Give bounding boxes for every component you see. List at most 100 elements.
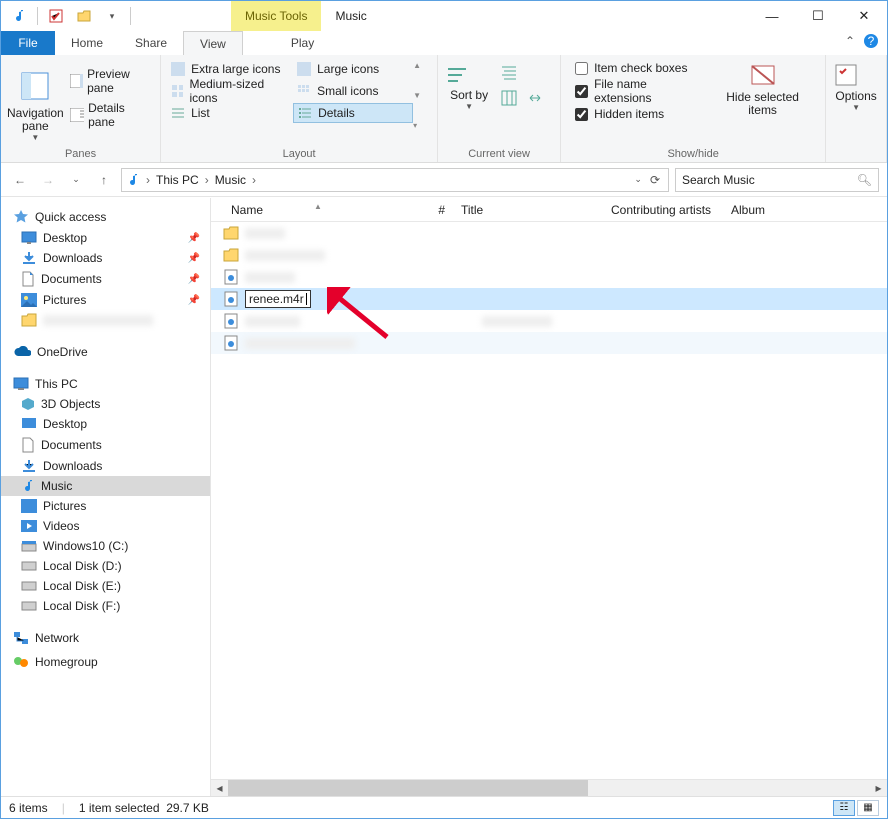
download-icon bbox=[21, 251, 37, 265]
hide-selected-items-button[interactable]: Hide selected items bbox=[706, 59, 819, 146]
list-item[interactable] bbox=[211, 244, 887, 266]
tree-qa-pictures[interactable]: Pictures📌 bbox=[1, 290, 210, 310]
tree-drive-d[interactable]: Local Disk (D:) bbox=[1, 556, 210, 576]
tree-qa-blurred[interactable] bbox=[1, 310, 210, 330]
audio-file-icon bbox=[223, 269, 239, 285]
tab-share[interactable]: Share bbox=[119, 31, 183, 55]
layout-more[interactable]: ▾ bbox=[413, 121, 431, 130]
column-album[interactable]: Album bbox=[723, 203, 823, 217]
tree-network[interactable]: Network bbox=[1, 628, 210, 648]
navigation-tree[interactable]: Quick access Desktop📌 Downloads📌 Documen… bbox=[1, 198, 211, 796]
list-item-selected[interactable]: renee.m4r bbox=[211, 288, 887, 310]
rename-input[interactable]: renee.m4r bbox=[245, 290, 311, 308]
tree-qa-downloads[interactable]: Downloads📌 bbox=[1, 248, 210, 268]
qat-newfolder-icon[interactable] bbox=[72, 5, 96, 27]
preview-pane-button[interactable]: Preview pane bbox=[64, 65, 154, 97]
search-icon: 🔍︎ bbox=[857, 173, 872, 187]
pin-icon: 📌 bbox=[188, 233, 200, 244]
tab-view[interactable]: View bbox=[183, 31, 243, 55]
list-item[interactable] bbox=[211, 266, 887, 288]
layout-extra-large[interactable]: Extra large icons bbox=[167, 59, 287, 79]
tree-this-pc[interactable]: This PC bbox=[1, 374, 210, 394]
tree-drive-f[interactable]: Local Disk (F:) bbox=[1, 596, 210, 616]
list-item[interactable] bbox=[211, 332, 887, 354]
hidden-items-toggle[interactable]: Hidden items bbox=[575, 107, 698, 121]
column-number[interactable]: # bbox=[413, 203, 453, 217]
nav-up-button[interactable]: ↑ bbox=[93, 169, 115, 191]
view-mode-large-icon[interactable]: ▦ bbox=[857, 800, 879, 816]
layout-medium[interactable]: Medium-sized icons bbox=[167, 81, 287, 101]
close-button[interactable]: ✕ bbox=[841, 1, 887, 31]
tree-quick-access[interactable]: Quick access bbox=[1, 206, 210, 228]
hscroll-left[interactable]: ◂ bbox=[211, 780, 228, 797]
app-icon bbox=[7, 5, 31, 27]
search-input[interactable]: Search Music 🔍︎ bbox=[675, 168, 879, 192]
tab-file[interactable]: File bbox=[1, 31, 55, 55]
layout-scroll-up[interactable]: ▲ bbox=[413, 61, 431, 70]
sort-by-button[interactable]: Sort by ▼ bbox=[444, 59, 494, 146]
audio-file-icon bbox=[223, 313, 239, 329]
video-icon bbox=[21, 520, 37, 532]
tree-3d-objects[interactable]: 3D Objects bbox=[1, 394, 210, 414]
file-name-extensions-toggle[interactable]: File name extensions bbox=[575, 77, 698, 105]
add-columns-button[interactable] bbox=[500, 89, 522, 111]
status-item-count: 6 items bbox=[9, 801, 48, 815]
layout-large[interactable]: Large icons bbox=[293, 59, 413, 79]
cloud-icon bbox=[13, 346, 31, 358]
column-contributing-artists[interactable]: Contributing artists bbox=[603, 203, 723, 217]
collapse-ribbon-icon[interactable]: ⌃ bbox=[845, 34, 855, 48]
qat-customize-dropdown[interactable]: ▾ bbox=[100, 5, 124, 27]
music-icon bbox=[21, 479, 35, 493]
maximize-button[interactable]: ☐ bbox=[795, 1, 841, 31]
document-icon bbox=[21, 437, 35, 453]
tree-music[interactable]: Music bbox=[1, 476, 210, 496]
drive-icon bbox=[21, 540, 37, 552]
cube-icon bbox=[21, 397, 35, 411]
tree-drive-e[interactable]: Local Disk (E:) bbox=[1, 576, 210, 596]
hscroll-track[interactable] bbox=[228, 780, 870, 797]
address-dropdown[interactable]: ⌄ bbox=[634, 174, 642, 185]
tree-drive-c[interactable]: Windows10 (C:) bbox=[1, 536, 210, 556]
address-bar[interactable]: › This PC Music ⌄ ⟳ bbox=[121, 168, 669, 192]
item-check-boxes-toggle[interactable]: Item check boxes bbox=[575, 61, 698, 75]
navigation-pane-button[interactable]: Navigation pane ▼ bbox=[7, 59, 64, 146]
nav-forward-button[interactable]: → bbox=[37, 169, 59, 191]
nav-back-button[interactable]: ← bbox=[9, 169, 31, 191]
size-columns-button[interactable] bbox=[526, 89, 548, 111]
group-by-button[interactable] bbox=[500, 63, 522, 85]
nav-recent-dropdown[interactable]: ⌄ bbox=[65, 169, 87, 191]
options-button[interactable]: Options ▼ bbox=[826, 55, 887, 162]
layout-details[interactable]: Details bbox=[293, 103, 413, 123]
tree-qa-documents[interactable]: Documents📌 bbox=[1, 268, 210, 290]
drive-icon bbox=[21, 561, 37, 571]
hscroll-right[interactable]: ▸ bbox=[870, 780, 887, 797]
list-item[interactable] bbox=[211, 310, 887, 332]
tree-onedrive[interactable]: OneDrive bbox=[1, 342, 210, 362]
download-icon bbox=[21, 459, 37, 473]
details-pane-button[interactable]: Details pane bbox=[64, 99, 154, 131]
list-item[interactable] bbox=[211, 222, 887, 244]
layout-small[interactable]: Small icons bbox=[293, 81, 413, 101]
tree-videos[interactable]: Videos bbox=[1, 516, 210, 536]
layout-scroll-down[interactable]: ▼ bbox=[413, 91, 431, 100]
column-title[interactable]: Title bbox=[453, 203, 603, 217]
minimize-button[interactable]: — bbox=[749, 1, 795, 31]
tree-desktop[interactable]: Desktop bbox=[1, 414, 210, 434]
tree-qa-desktop[interactable]: Desktop📌 bbox=[1, 228, 210, 248]
tree-documents[interactable]: Documents bbox=[1, 434, 210, 456]
hscroll-thumb[interactable] bbox=[228, 780, 588, 797]
tab-home[interactable]: Home bbox=[55, 31, 119, 55]
tab-play[interactable]: Play bbox=[275, 31, 330, 55]
layout-list[interactable]: List bbox=[167, 103, 287, 123]
music-icon bbox=[126, 173, 140, 187]
tree-pictures[interactable]: Pictures bbox=[1, 496, 210, 516]
svg-text:?: ? bbox=[868, 34, 875, 48]
view-mode-details-icon[interactable]: ☷ bbox=[833, 800, 855, 816]
help-icon[interactable]: ? bbox=[863, 33, 879, 49]
context-tab-music-tools[interactable]: Music Tools bbox=[231, 1, 321, 31]
tree-homegroup[interactable]: Homegroup bbox=[1, 652, 210, 672]
tree-downloads[interactable]: Downloads bbox=[1, 456, 210, 476]
column-name[interactable]: Name▲ bbox=[223, 203, 413, 217]
refresh-button[interactable]: ⟳ bbox=[646, 173, 664, 187]
qat-properties-icon[interactable] bbox=[44, 5, 68, 27]
